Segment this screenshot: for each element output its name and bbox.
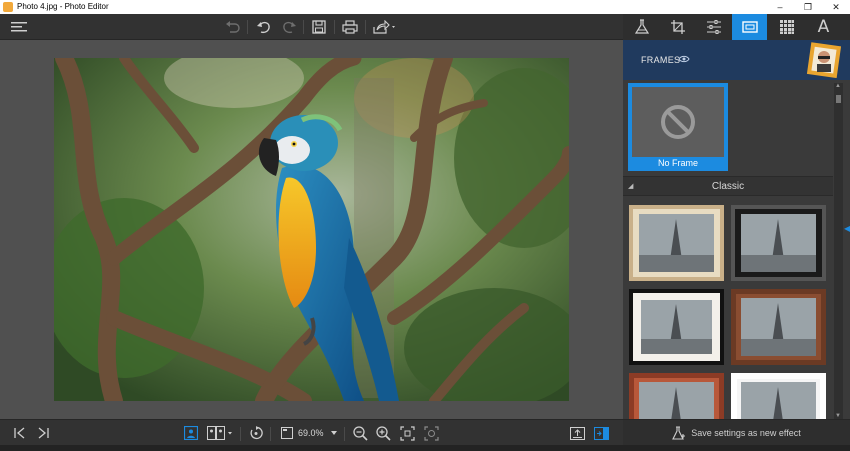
main-toolbar	[0, 14, 623, 40]
flask-plus-icon	[672, 425, 686, 440]
next-image-icon[interactable]	[33, 423, 53, 443]
frames-icon[interactable]	[732, 14, 767, 40]
photo-parrot	[54, 58, 569, 401]
zoom-level[interactable]: 69.0%	[298, 425, 324, 441]
text-icon[interactable]: A	[806, 14, 841, 40]
bottom-toolbar: 69.0%	[0, 419, 623, 445]
scroll-up-icon[interactable]: ▲	[835, 83, 841, 89]
print-icon[interactable]	[339, 17, 361, 37]
app-icon	[3, 2, 13, 12]
frame-thumbnail[interactable]	[731, 373, 826, 419]
effects-flask-icon[interactable]	[624, 14, 659, 40]
panel-expand-arrow-icon[interactable]: ◀	[844, 224, 850, 236]
export-icon[interactable]	[567, 423, 587, 443]
no-frame-option[interactable]: No Frame	[628, 83, 728, 171]
frames-title: FRAMES	[641, 55, 681, 65]
save-settings-label: Save settings as new effect	[691, 427, 801, 438]
window-title: Photo 4.jpg - Photo Editor	[17, 2, 109, 11]
no-frame-label: No Frame	[657, 158, 698, 168]
frame-thumbnail[interactable]	[629, 289, 724, 365]
hamburger-menu-icon[interactable]	[8, 17, 30, 37]
eye-icon[interactable]	[678, 55, 690, 65]
title-bar: Photo 4.jpg - Photo Editor – ❐ ✕	[0, 0, 850, 14]
frames-panel-header: FRAMES	[623, 40, 850, 80]
framed-portrait-icon	[805, 42, 842, 79]
compare-view-icon[interactable]	[205, 423, 235, 443]
save-icon[interactable]	[308, 17, 330, 37]
frames-panel: FRAMES No Frame ◢ Classic ▲ ▼	[623, 40, 850, 419]
no-frame-preview	[632, 87, 724, 157]
zoom-dropdown-icon[interactable]	[328, 423, 340, 443]
frames-scrollbar[interactable]: ▲ ▼	[834, 83, 843, 419]
status-strip	[0, 445, 850, 451]
undo-icon[interactable]	[253, 17, 275, 37]
save-settings-button[interactable]: Save settings as new effect	[623, 419, 850, 445]
frame-thumbnail[interactable]	[629, 373, 724, 419]
photo-editor-window: Photo 4.jpg - Photo Editor – ❐ ✕ A FRAME…	[0, 0, 850, 451]
frame-thumbnail[interactable]	[731, 205, 826, 281]
minimize-icon[interactable]: –	[766, 0, 794, 14]
revert-icon[interactable]	[222, 17, 244, 37]
panel-toggle-icon[interactable]	[591, 423, 611, 443]
right-panel-tabs: A	[623, 14, 850, 40]
first-image-icon[interactable]	[10, 423, 30, 443]
rotate-icon[interactable]	[246, 423, 266, 443]
image-canvas[interactable]	[0, 40, 623, 419]
classic-section-header[interactable]: ◢ Classic	[623, 176, 833, 196]
restore-icon[interactable]: ❐	[794, 0, 822, 14]
fit-to-screen-icon[interactable]	[397, 423, 417, 443]
frame-thumbnail[interactable]	[731, 289, 826, 365]
adjust-sliders-icon[interactable]	[696, 14, 731, 40]
share-icon[interactable]	[371, 17, 399, 37]
zoom-frame-icon	[278, 423, 296, 443]
prohibited-icon	[661, 105, 695, 139]
classic-section-title: Classic	[711, 181, 745, 192]
scroll-thumb[interactable]	[836, 95, 841, 103]
actual-size-icon[interactable]	[421, 423, 441, 443]
texture-grid-icon[interactable]	[769, 14, 804, 40]
crop-icon[interactable]	[660, 14, 695, 40]
single-view-icon[interactable]	[181, 423, 201, 443]
close-icon[interactable]: ✕	[822, 0, 850, 14]
zoom-out-icon[interactable]	[350, 423, 370, 443]
zoom-in-icon[interactable]	[373, 423, 393, 443]
frame-thumbnail[interactable]	[629, 205, 724, 281]
redo-icon[interactable]	[278, 17, 300, 37]
